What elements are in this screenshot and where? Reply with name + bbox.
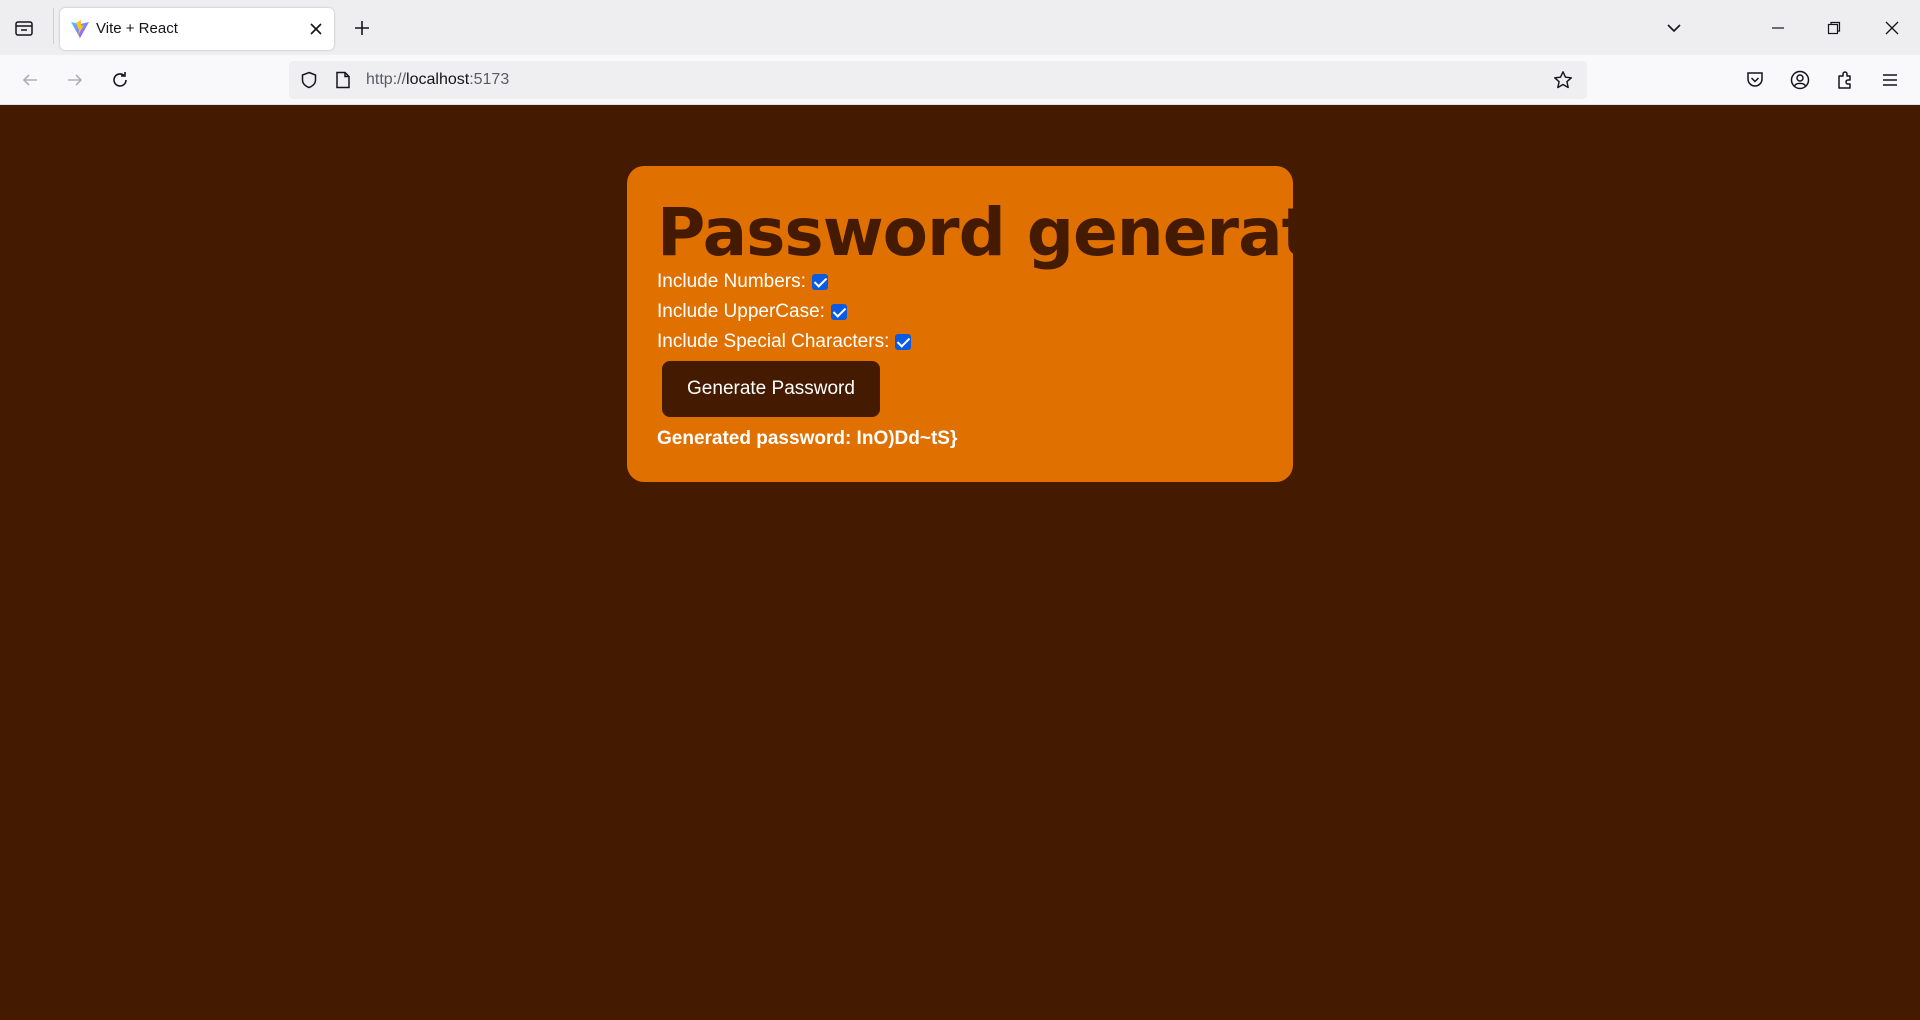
new-tab-icon[interactable] (348, 14, 376, 42)
option-label: Include Special Characters: (657, 331, 890, 352)
url-scheme: http:// (366, 71, 407, 88)
tab-title: Vite + React (96, 20, 178, 37)
url-port: :5173 (469, 71, 510, 88)
tab-list-icon[interactable] (1658, 12, 1690, 44)
menu-icon[interactable] (1874, 64, 1906, 96)
vite-icon (70, 19, 90, 39)
url-bar[interactable]: http://localhost:5173 (289, 61, 1587, 99)
generate-password-button[interactable]: Generate Password (662, 361, 880, 417)
tab-bar: Vite + React (0, 0, 1920, 55)
navigation-toolbar: http://localhost:5173 (0, 55, 1920, 105)
include-numbers-checkbox[interactable] (811, 274, 828, 290)
url-host: localhost (406, 71, 470, 88)
firefox-view-icon[interactable] (10, 14, 38, 42)
reload-icon[interactable] (104, 64, 136, 96)
back-icon[interactable] (14, 64, 46, 96)
include-special-characters-checkbox[interactable] (895, 334, 912, 350)
option-include-numbers[interactable]: Include Numbers: (657, 269, 828, 295)
option-include-uppercase[interactable]: Include UpperCase: (657, 299, 847, 325)
bookmark-star-icon[interactable] (1553, 70, 1573, 90)
option-label: Include UpperCase: (657, 301, 825, 322)
pocket-icon[interactable] (1739, 64, 1771, 96)
include-uppercase-checkbox[interactable] (830, 304, 847, 320)
url-text[interactable]: http://localhost:5173 (366, 71, 509, 89)
page-title: Password generator (657, 194, 1389, 271)
browser-tab[interactable]: Vite + React (60, 8, 334, 50)
extensions-icon[interactable] (1829, 64, 1861, 96)
account-icon[interactable] (1784, 64, 1816, 96)
password-generator-card: Password generator Include Numbers: Incl… (627, 166, 1389, 482)
tab-close-icon[interactable] (306, 19, 326, 39)
option-label: Include Numbers: (657, 271, 806, 292)
option-include-special-characters[interactable]: Include Special Characters: (657, 329, 912, 355)
generated-password-text: Generated password: InO)Dd~tS} (657, 428, 958, 449)
restore-icon[interactable] (1818, 12, 1850, 44)
minimize-icon[interactable] (1762, 12, 1794, 44)
forward-icon[interactable] (59, 64, 91, 96)
close-icon[interactable] (1876, 12, 1908, 44)
tab-separator (53, 8, 54, 44)
shield-icon[interactable] (299, 70, 319, 90)
page-icon[interactable] (333, 70, 353, 90)
